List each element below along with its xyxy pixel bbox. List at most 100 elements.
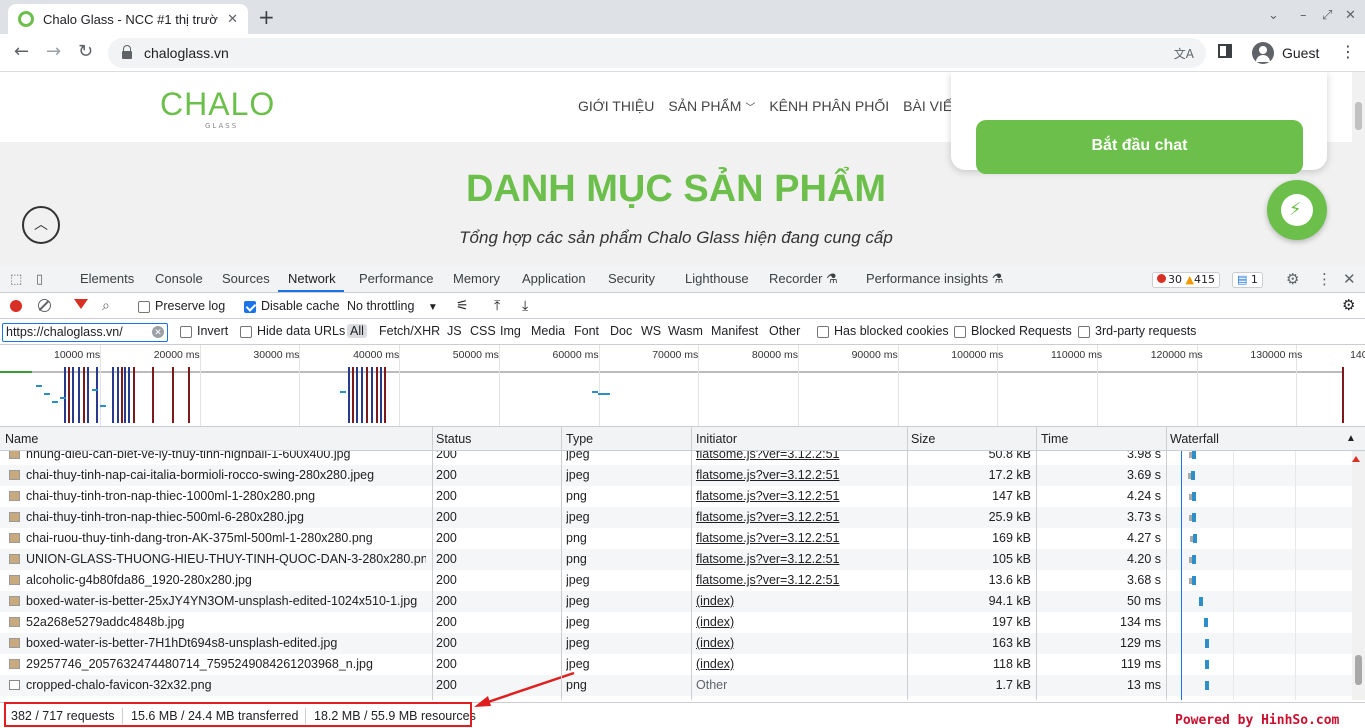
profile-button[interactable]: Guest xyxy=(1244,38,1327,68)
type-filter-other[interactable]: Other xyxy=(769,324,800,338)
device-toolbar-icon[interactable]: ▯ xyxy=(36,272,43,287)
third-party-requests-checkbox[interactable]: 3rd-party requests xyxy=(1078,324,1196,338)
table-row[interactable]: chai-thuy-tinh-nap-cai-italia-bormioli-r… xyxy=(0,465,1352,486)
tab-application[interactable]: Application xyxy=(522,271,586,286)
request-initiator[interactable]: flatsome.js?ver=3.12.2:51 xyxy=(696,573,840,587)
request-name[interactable]: 52a268e5279addc4848b.jpg xyxy=(26,615,426,629)
close-tab-icon[interactable]: ✕ xyxy=(227,12,238,27)
blocked-requests-checkbox[interactable]: Blocked Requests xyxy=(954,324,1072,338)
browser-menu-icon[interactable]: ⋮ xyxy=(1340,42,1356,61)
sort-ascending-icon[interactable]: ▲ xyxy=(1346,433,1356,444)
request-name[interactable]: boxed-water-is-better-7H1hDt694s8-unspla… xyxy=(26,636,426,650)
request-name[interactable]: boxed-water-is-better-25xJY4YN3OM-unspla… xyxy=(26,594,426,608)
tab-recorder[interactable]: Recorder ⚗ xyxy=(769,271,838,287)
type-filter-wasm[interactable]: Wasm xyxy=(668,324,703,338)
request-name[interactable]: nhung-dieu-can-biet-ve-ly-thuy-tinh-high… xyxy=(26,451,426,461)
request-name[interactable]: alcoholic-g4b80fda86_1920-280x280.jpg xyxy=(26,573,426,587)
browser-tab[interactable]: Chalo Glass - NCC #1 thị trườ ✕ xyxy=(8,4,248,34)
network-settings-icon[interactable]: ⚙ xyxy=(1342,296,1355,314)
column-name[interactable]: Name xyxy=(5,432,38,446)
request-name[interactable]: chai-ruou-thuy-tinh-dang-tron-AK-375ml-5… xyxy=(26,531,426,545)
scroll-top-button[interactable]: ︿ xyxy=(22,206,60,244)
column-initiator[interactable]: Initiator xyxy=(696,432,737,446)
tab-memory[interactable]: Memory xyxy=(453,271,500,286)
table-row[interactable]: UNION-GLASS-THUONG-HIEU-THUY-TINH-QUOC-D… xyxy=(0,549,1352,570)
new-tab-icon[interactable]: + xyxy=(258,5,275,29)
column-divider[interactable] xyxy=(907,427,908,700)
column-divider[interactable] xyxy=(691,427,692,700)
request-initiator[interactable]: (index) xyxy=(696,657,734,671)
back-icon[interactable]: ← xyxy=(14,41,29,62)
record-icon[interactable] xyxy=(10,300,22,312)
type-filter-doc[interactable]: Doc xyxy=(610,324,632,338)
address-bar[interactable]: chaloglass.vn 文A xyxy=(108,38,1206,68)
translate-icon[interactable]: 文A xyxy=(1174,45,1194,62)
table-row[interactable]: 29257746_2057632474480714_75952490842612… xyxy=(0,654,1352,675)
table-row[interactable]: boxed-water-is-better-25xJY4YN3OM-unspla… xyxy=(0,591,1352,612)
close-devtools-icon[interactable]: ✕ xyxy=(1343,270,1356,288)
table-row[interactable]: alcoholic-g4b80fda86_1920-280x280.jpg 200… xyxy=(0,570,1352,591)
column-time[interactable]: Time xyxy=(1041,432,1068,446)
site-logo[interactable]: CHALO xyxy=(160,86,275,123)
table-scrollbar-thumb[interactable] xyxy=(1355,655,1362,685)
menu-item-kenh-phan-phoi[interactable]: KÊNH PHÂN PHỐI xyxy=(769,98,889,114)
lock-icon[interactable] xyxy=(122,45,132,59)
request-name[interactable]: chai-thuy-tinh-tron-nap-thiec-500ml-6-28… xyxy=(26,510,426,524)
type-filter-img[interactable]: Img xyxy=(500,324,521,338)
has-blocked-cookies-checkbox[interactable]: Has blocked cookies xyxy=(817,324,949,338)
request-initiator[interactable]: (index) xyxy=(696,594,734,608)
filter-input[interactable]: https://chaloglass.vn/✕ xyxy=(2,323,168,342)
tab-lighthouse[interactable]: Lighthouse xyxy=(685,271,749,286)
disable-cache-checkbox[interactable]: Disable cache xyxy=(244,299,340,313)
request-initiator[interactable]: (index) xyxy=(696,615,734,629)
tab-search-icon[interactable]: ⌄ xyxy=(1268,8,1279,23)
type-filter-manifest[interactable]: Manifest xyxy=(711,324,758,338)
settings-gear-icon[interactable]: ⚙ xyxy=(1286,270,1299,288)
table-row[interactable]: chai-thuy-tinh-tron-nap-thiec-500ml-6-28… xyxy=(0,507,1352,528)
inspect-element-icon[interactable]: ⬚ xyxy=(10,272,22,287)
messenger-button[interactable] xyxy=(1267,180,1327,240)
tab-console[interactable]: Console xyxy=(155,271,203,286)
menu-item-gioi-thieu[interactable]: GIỚI THIỆU xyxy=(578,98,654,114)
table-row[interactable]: cropped-chalo-favicon-32x32.png 200 png Oth… xyxy=(0,675,1352,696)
export-har-icon[interactable]: ⤓ xyxy=(522,297,528,314)
network-overview-timeline[interactable]: 10000 ms 20000 ms 30000 ms 40000 ms 50000 ms… xyxy=(0,345,1365,427)
tab-sources[interactable]: Sources xyxy=(222,271,270,286)
menu-item-san-pham[interactable]: SẢN PHẨM ﹀ xyxy=(668,98,755,114)
table-row[interactable]: chai-ruou-thuy-tinh-dang-tron-AK-375ml-5… xyxy=(0,528,1352,549)
clear-filter-icon[interactable]: ✕ xyxy=(152,326,164,338)
table-row[interactable]: boxed-water-is-better-7H1hDt694s8-unspla… xyxy=(0,633,1352,654)
column-size[interactable]: Size xyxy=(911,432,935,446)
type-filter-all[interactable]: All xyxy=(347,324,367,338)
type-filter-css[interactable]: CSS xyxy=(470,324,496,338)
restore-icon[interactable]: ⤢ xyxy=(1322,8,1332,23)
tab-performance[interactable]: Performance xyxy=(359,271,433,286)
type-filter-ws[interactable]: WS xyxy=(641,324,661,338)
import-har-icon[interactable]: ⤒ xyxy=(494,297,500,314)
side-panel-icon[interactable] xyxy=(1218,44,1232,58)
type-filter-media[interactable]: Media xyxy=(531,324,565,338)
hide-data-urls-checkbox[interactable]: Hide data URLs xyxy=(240,324,345,338)
page-scrollbar[interactable] xyxy=(1352,72,1365,266)
column-divider[interactable] xyxy=(561,427,562,700)
request-initiator[interactable]: flatsome.js?ver=3.12.2:51 xyxy=(696,552,840,566)
clear-icon[interactable] xyxy=(38,299,51,312)
network-conditions-icon[interactable]: ⚟ xyxy=(456,297,469,314)
tab-security[interactable]: Security xyxy=(608,271,655,286)
request-name[interactable]: chai-thuy-tinh-nap-cai-italia-bormioli-r… xyxy=(26,468,426,482)
request-name[interactable]: 29257746_2057632474480714_75952490842612… xyxy=(26,657,426,671)
throttling-select[interactable]: No throttling ▼ xyxy=(347,299,438,313)
column-divider[interactable] xyxy=(432,427,433,700)
filter-icon[interactable] xyxy=(74,299,88,309)
table-row[interactable]: nhung-dieu-can-biet-ve-ly-thuy-tinh-high… xyxy=(0,451,1352,465)
tab-network[interactable]: Network xyxy=(288,271,336,286)
table-row[interactable]: 52a268e5279addc4848b.jpg 200 jpeg (index) 19… xyxy=(0,612,1352,633)
table-scrollbar[interactable] xyxy=(1352,451,1365,700)
column-divider[interactable] xyxy=(1166,427,1167,700)
devtools-menu-icon[interactable]: ⋮ xyxy=(1317,270,1332,288)
page-scrollbar-thumb[interactable] xyxy=(1355,102,1362,130)
forward-icon[interactable]: → xyxy=(46,41,61,62)
request-initiator[interactable]: flatsome.js?ver=3.12.2:51 xyxy=(696,531,840,545)
request-initiator[interactable]: flatsome.js?ver=3.12.2:51 xyxy=(696,489,840,503)
type-filter-js[interactable]: JS xyxy=(447,324,462,338)
